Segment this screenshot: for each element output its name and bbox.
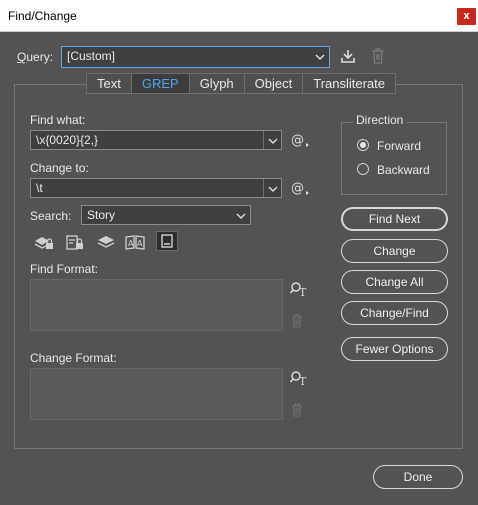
tab-text[interactable]: Text: [86, 73, 132, 94]
backward-radio[interactable]: [357, 163, 369, 175]
chevron-down-icon[interactable]: [263, 179, 281, 197]
change-button[interactable]: Change: [341, 239, 448, 263]
search-scope-dropdown[interactable]: Story: [81, 205, 251, 225]
special-characters-find-icon[interactable]: @: [291, 132, 311, 148]
done-button[interactable]: Done: [373, 465, 463, 489]
master-pages-icon[interactable]: AA: [124, 232, 146, 252]
close-button[interactable]: x: [457, 8, 476, 25]
locked-stories-icon[interactable]: [64, 232, 86, 252]
forward-label[interactable]: Forward: [377, 139, 421, 153]
find-what-label: Find what:: [30, 113, 86, 127]
query-dropdown[interactable]: [Custom]: [61, 46, 330, 68]
tab-glyph[interactable]: Glyph: [189, 73, 245, 94]
find-what-field[interactable]: \x{0020}{2,}: [30, 130, 282, 150]
change-to-value: \t: [36, 181, 43, 195]
svg-text:T: T: [299, 375, 307, 386]
query-label: Query:: [17, 50, 54, 64]
find-format-box[interactable]: [30, 279, 283, 331]
change-format-box[interactable]: [30, 368, 283, 420]
search-scope-value: Story: [87, 208, 116, 222]
direction-group: [341, 122, 447, 195]
change-to-label: Change to:: [30, 161, 89, 175]
find-format-label: Find Format:: [30, 262, 99, 276]
chevron-down-icon: [311, 47, 329, 67]
find-what-value: \x{0020}{2,}: [36, 133, 99, 147]
direction-label: Direction: [353, 113, 407, 127]
tab-grep[interactable]: GREP: [131, 73, 190, 94]
locked-layers-icon[interactable]: [33, 232, 55, 252]
window-title: Find/Change: [8, 9, 77, 23]
svg-text:A: A: [128, 239, 134, 248]
change-all-button[interactable]: Change All: [341, 270, 448, 294]
hidden-layers-icon[interactable]: [95, 232, 117, 252]
chevron-down-icon[interactable]: [263, 131, 281, 149]
svg-text:T: T: [299, 286, 307, 297]
backward-label[interactable]: Backward: [377, 163, 430, 177]
tab-object[interactable]: Object: [244, 73, 304, 94]
change-to-field[interactable]: \t: [30, 178, 282, 198]
trash-icon[interactable]: [291, 314, 307, 330]
svg-text:@: @: [291, 181, 304, 196]
special-characters-change-icon[interactable]: @: [291, 180, 311, 196]
change-format-label: Change Format:: [30, 351, 117, 365]
title-bar: Find/Change x: [0, 0, 478, 32]
search-label: Search:: [30, 209, 72, 223]
specify-change-format-icon[interactable]: T: [289, 370, 308, 388]
chevron-down-icon: [232, 206, 250, 224]
tab-transliterate[interactable]: Transliterate: [303, 73, 397, 94]
tab-bar: Text GREP Glyph Object Transliterate: [86, 73, 397, 94]
footnotes-icon[interactable]: [156, 231, 178, 251]
query-value: [Custom]: [67, 49, 116, 63]
fewer-options-button[interactable]: Fewer Options: [341, 337, 448, 361]
trash-icon[interactable]: [291, 403, 307, 419]
specify-find-format-icon[interactable]: T: [289, 281, 308, 299]
change-find-button[interactable]: Change/Find: [341, 301, 448, 325]
forward-radio[interactable]: [357, 139, 369, 151]
trash-icon[interactable]: [371, 48, 387, 64]
find-next-button[interactable]: Find Next: [341, 207, 448, 231]
svg-text:A: A: [137, 239, 143, 248]
save-query-icon[interactable]: [340, 48, 356, 64]
svg-text:@: @: [291, 133, 304, 148]
